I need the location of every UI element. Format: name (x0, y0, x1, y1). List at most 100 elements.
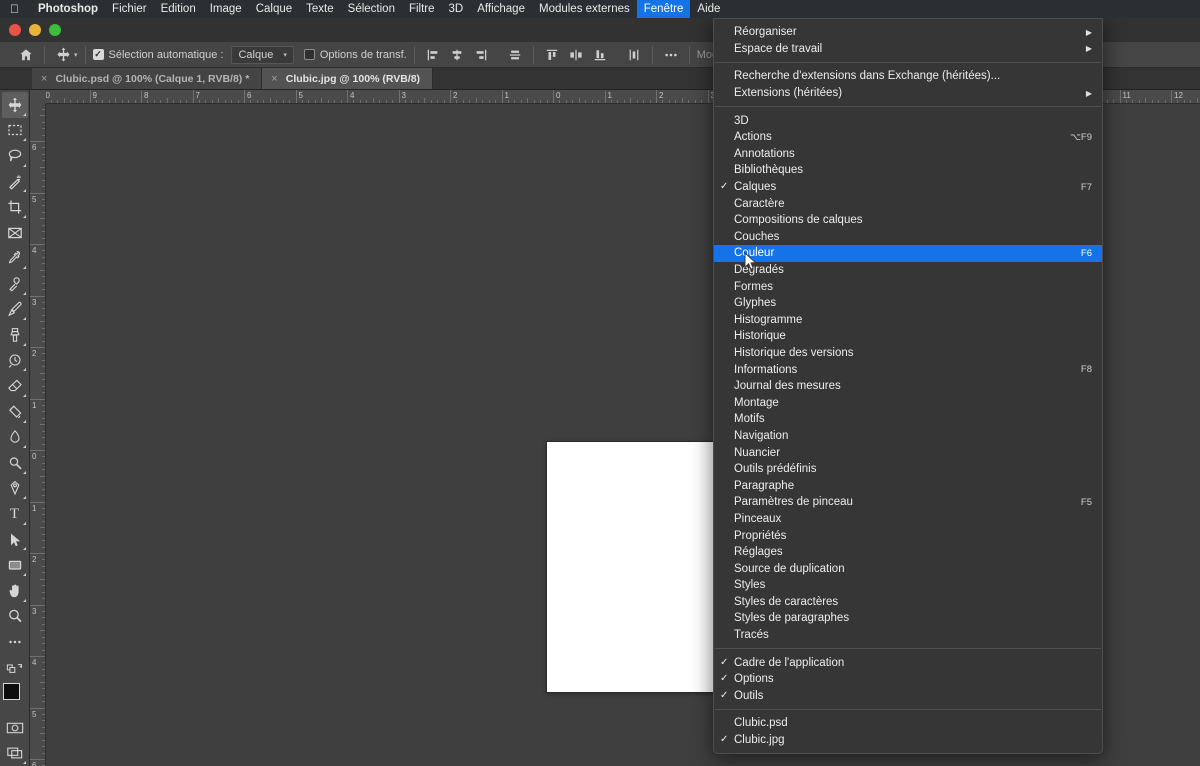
zoom-tool[interactable] (2, 604, 28, 630)
align-left-edges-icon[interactable] (422, 45, 444, 65)
path-selection-tool[interactable] (2, 527, 28, 553)
align-right-edges-icon[interactable] (470, 45, 492, 65)
screen-mode-icon[interactable] (2, 740, 28, 766)
crop-tool[interactable] (2, 194, 28, 220)
menubar-item-affichage[interactable]: Affichage (470, 0, 532, 18)
move-tool-icon[interactable] (52, 45, 74, 65)
magic-wand-tool[interactable] (2, 169, 28, 195)
menu-item-caract-re[interactable]: Caractère (714, 195, 1102, 212)
document-tab[interactable]: × Clubic.psd @ 100% (Calque 1, RVB/8) * (32, 68, 263, 89)
menu-item-motifs[interactable]: Motifs (714, 411, 1102, 428)
color-swatches[interactable] (2, 682, 29, 710)
menu-item-biblioth-ques[interactable]: Bibliothèques (714, 162, 1102, 179)
menubar-item-image[interactable]: Image (203, 0, 249, 18)
menu-item-compositions-de-calques[interactable]: Compositions de calques (714, 212, 1102, 229)
tool-preset-chevron-down-icon[interactable]: ▾ (74, 51, 78, 59)
menu-item-calques[interactable]: ✓ Calques F7 (714, 179, 1102, 196)
menu-item-d-grad-s[interactable]: Dégradés (714, 262, 1102, 279)
menu-item-annotations[interactable]: Annotations (714, 146, 1102, 163)
eyedropper-tool[interactable] (2, 245, 28, 271)
blur-tool[interactable] (2, 425, 28, 451)
clone-stamp-tool[interactable] (2, 322, 28, 348)
rectangle-tool[interactable] (2, 552, 28, 578)
default-colors-icon[interactable] (2, 655, 28, 681)
rectangular-marquee-tool[interactable] (2, 118, 28, 144)
lasso-tool[interactable] (2, 143, 28, 169)
menu-item-styles-de-paragraphes[interactable]: Styles de paragraphes (714, 610, 1102, 627)
menu-item-options[interactable]: ✓ Options (714, 671, 1102, 688)
menu-item-glyphes[interactable]: Glyphes (714, 295, 1102, 312)
dodge-tool[interactable] (2, 450, 28, 476)
menu-item-pinceaux[interactable]: Pinceaux (714, 511, 1102, 528)
menu-item-nuancier[interactable]: Nuancier (714, 444, 1102, 461)
minimize-button[interactable] (29, 24, 41, 36)
menubar-item-modules-externes[interactable]: Modules externes (532, 0, 637, 18)
close-icon[interactable]: × (41, 73, 47, 85)
auto-select-dropdown[interactable]: Calque ▾ (231, 45, 294, 64)
transform-controls-checkbox[interactable] (303, 49, 315, 60)
menu-item-extensions-h-rit-es[interactable]: Extensions (héritées) ▶ (714, 85, 1102, 102)
gradient-tool[interactable] (2, 399, 28, 425)
menu-item-informations[interactable]: Informations F8 (714, 361, 1102, 378)
menu-item-trac-s[interactable]: Tracés (714, 627, 1102, 644)
document-tab[interactable]: × Clubic.jpg @ 100% (RVB/8) (262, 68, 434, 89)
quick-mask-mode-icon[interactable] (2, 715, 28, 741)
fenetre-dropdown-menu[interactable]: Réorganiser ▶ Espace de travail ▶ Recherche … (713, 18, 1103, 755)
home-icon[interactable] (15, 45, 37, 65)
menu-item-styles[interactable]: Styles (714, 577, 1102, 594)
auto-select-checkbox[interactable] (92, 49, 104, 60)
menu-item-propri-t-s[interactable]: Propriétés (714, 527, 1102, 544)
zoom-button[interactable] (49, 24, 61, 36)
edit-toolbar-ellipsis-icon[interactable] (2, 629, 28, 655)
move-tool[interactable] (1, 92, 28, 118)
foreground-color-swatch[interactable] (2, 683, 20, 701)
menubar-item-fichier[interactable]: Fichier (105, 0, 154, 18)
type-tool[interactable]: T (2, 501, 28, 527)
menu-item-montage[interactable]: Montage (714, 394, 1102, 411)
menu-item-formes[interactable]: Formes (714, 278, 1102, 295)
menu-item-historique-des-versions[interactable]: Historique des versions (714, 345, 1102, 362)
menu-item-historique[interactable]: Historique (714, 328, 1102, 345)
menu-item-couches[interactable]: Couches (714, 229, 1102, 246)
frame-tool[interactable] (2, 220, 28, 246)
menu-item-recherche-d-extensions-dans-exchange-h-rit-es[interactable]: Recherche d'extensions dans Exchange (hé… (714, 68, 1102, 85)
menu-item-styles-de-caract-res[interactable]: Styles de caractères (714, 594, 1102, 611)
apple-icon[interactable]:  (10, 3, 19, 15)
menu-item-paragraphe[interactable]: Paragraphe (714, 477, 1102, 494)
menubar-item-filtre[interactable]: Filtre (402, 0, 442, 18)
align-bottom-edges-icon[interactable] (589, 45, 611, 65)
menu-item-actions[interactable]: Actions ⌥F9 (714, 129, 1102, 146)
menu-item-3d[interactable]: 3D (714, 112, 1102, 129)
menu-item-outils-pr-d-finis[interactable]: Outils prédéfinis (714, 461, 1102, 478)
close-button[interactable] (9, 24, 21, 36)
menu-item-journal-des-mesures[interactable]: Journal des mesures (714, 378, 1102, 395)
menu-item-r-organiser[interactable]: Réorganiser ▶ (714, 24, 1102, 41)
align-horizontal-centers-icon[interactable] (446, 45, 468, 65)
menu-item-couleur[interactable]: Couleur F6 (714, 245, 1102, 262)
ruler-corner[interactable] (30, 90, 46, 104)
menubar-item-calque[interactable]: Calque (249, 0, 299, 18)
vertical-ruler[interactable]: 76543210123456 (30, 104, 46, 766)
align-top-edges-icon[interactable] (541, 45, 563, 65)
ellipsis-icon[interactable] (660, 45, 682, 65)
menu-item-clubic-jpg[interactable]: ✓ Clubic.jpg (714, 732, 1102, 749)
menubar-item-s-lection[interactable]: Sélection (341, 0, 402, 18)
menu-item-histogramme[interactable]: Histogramme (714, 312, 1102, 329)
close-icon[interactable]: × (271, 73, 277, 85)
distribute-vertical-icon[interactable] (623, 45, 645, 65)
menubar-item-texte[interactable]: Texte (299, 0, 341, 18)
menubar-item-edition[interactable]: Edition (154, 0, 203, 18)
menu-item-r-glages[interactable]: Réglages (714, 544, 1102, 561)
hand-tool[interactable] (2, 578, 28, 604)
menu-item-outils[interactable]: ✓ Outils (714, 688, 1102, 705)
spot-healing-brush-tool[interactable] (2, 271, 28, 297)
align-vertical-centers-icon[interactable] (504, 45, 526, 65)
menubar-item-fen-tre[interactable]: Fenêtre (636, 0, 691, 18)
eraser-tool[interactable] (2, 373, 28, 399)
menu-item-navigation[interactable]: Navigation (714, 428, 1102, 445)
menu-item-cadre-de-l-application[interactable]: ✓ Cadre de l'application (714, 654, 1102, 671)
menu-item-espace-de-travail[interactable]: Espace de travail ▶ (714, 41, 1102, 58)
menubar-item-3d[interactable]: 3D (442, 0, 471, 18)
menubar-item-aide[interactable]: Aide (690, 0, 727, 18)
pen-tool[interactable] (2, 476, 28, 502)
